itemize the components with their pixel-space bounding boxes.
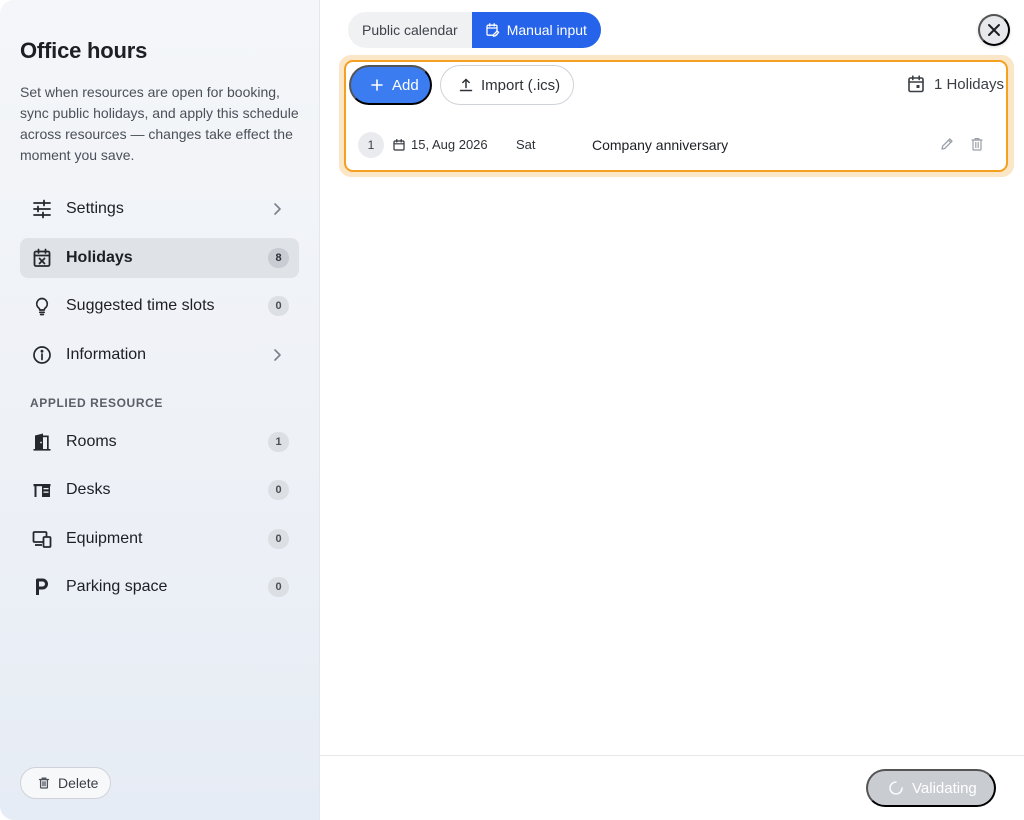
chevron-right-icon	[269, 201, 285, 217]
holiday-row[interactable]: 1 15, Aug 2026 Sat Company anniversary	[358, 132, 1002, 158]
delete-label: Delete	[58, 775, 99, 791]
plus-icon	[371, 79, 383, 91]
desk-icon	[32, 480, 52, 500]
sliders-icon	[32, 199, 52, 219]
holiday-date: 15, Aug 2026	[393, 137, 488, 152]
holiday-date-label: 15, Aug 2026	[411, 137, 488, 152]
count-badge: 0	[268, 480, 289, 500]
row-index: 1	[358, 132, 384, 158]
tab-manual-input[interactable]: Manual input	[471, 12, 601, 48]
main-content: Public calendar Manual input Add Import …	[320, 0, 1024, 820]
source-segmented-control: Public calendar Manual input	[348, 12, 601, 48]
pencil-icon[interactable]	[940, 137, 954, 151]
chevron-right-icon	[269, 347, 285, 363]
holidays-panel: Add Import (.ics) 1 Holidays 1 15, Aug 2…	[344, 60, 1008, 172]
close-button[interactable]	[978, 14, 1010, 46]
holiday-count-label: 1 Holidays	[933, 75, 1004, 93]
count-badge: 0	[268, 577, 289, 597]
upload-icon	[459, 78, 473, 92]
parking-icon	[32, 577, 52, 597]
calendar-x-icon	[32, 248, 52, 268]
calendar-icon	[393, 138, 405, 151]
import-label: Import (.ics)	[481, 76, 561, 94]
lightbulb-icon	[32, 296, 52, 316]
trash-icon[interactable]	[970, 137, 984, 151]
sidebar-item-label: Parking space	[66, 578, 168, 595]
holiday-count: 1 Holidays	[907, 75, 1004, 93]
add-button[interactable]: Add	[349, 65, 432, 105]
info-icon	[32, 345, 52, 365]
sidebar-item-holidays[interactable]: Holidays 8	[20, 238, 299, 278]
trash-icon	[38, 777, 50, 789]
holiday-name: Company anniversary	[592, 137, 729, 153]
add-label: Add	[392, 76, 419, 94]
sidebar-item-label: Suggested time slots	[66, 297, 215, 314]
sidebar-item-rooms[interactable]: Rooms 1	[20, 422, 299, 462]
count-badge: 1	[268, 432, 289, 452]
sidebar-item-information[interactable]: Information	[20, 335, 299, 375]
sidebar-item-label: Information	[66, 346, 147, 363]
spinner-icon	[888, 780, 904, 796]
count-badge: 8	[268, 248, 289, 268]
section-heading-applied-resource: APPLIED RESOURCE	[30, 396, 163, 410]
sidebar-item-desks[interactable]: Desks 0	[20, 470, 299, 510]
close-icon	[988, 24, 1000, 36]
page-title: Office hours	[20, 38, 148, 63]
calendar-edit-icon	[486, 23, 500, 37]
sidebar-item-label: Settings	[66, 200, 124, 217]
sidebar-item-label: Desks	[66, 481, 111, 498]
footer-bar: Validating	[320, 755, 1024, 820]
validating-button[interactable]: Validating	[866, 769, 996, 807]
sidebar-item-label: Equipment	[66, 530, 143, 547]
count-badge: 0	[268, 296, 289, 316]
sidebar-item-suggested-time-slots[interactable]: Suggested time slots 0	[20, 286, 299, 326]
sidebar-item-equipment[interactable]: Equipment 0	[20, 519, 299, 559]
sidebar-item-parking-space[interactable]: Parking space 0	[20, 567, 299, 607]
holiday-weekday: Sat	[516, 137, 536, 152]
devices-icon	[32, 529, 52, 549]
sidebar-item-label: Rooms	[66, 433, 117, 450]
door-icon	[32, 432, 52, 452]
sidebar: Office hours Set when resources are open…	[0, 0, 320, 820]
delete-button[interactable]: Delete	[20, 767, 111, 799]
calendar-icon	[907, 75, 925, 93]
page-description: Set when resources are open for booking,…	[20, 84, 299, 163]
validating-label: Validating	[912, 779, 977, 797]
sidebar-item-settings[interactable]: Settings	[20, 189, 299, 229]
count-badge: 0	[268, 529, 289, 549]
sidebar-item-label: Holidays	[66, 249, 133, 266]
tab-label: Manual input	[506, 22, 587, 38]
tab-public-calendar[interactable]: Public calendar	[348, 12, 472, 48]
tab-label: Public calendar	[362, 22, 458, 38]
import-ics-button[interactable]: Import (.ics)	[440, 65, 574, 105]
